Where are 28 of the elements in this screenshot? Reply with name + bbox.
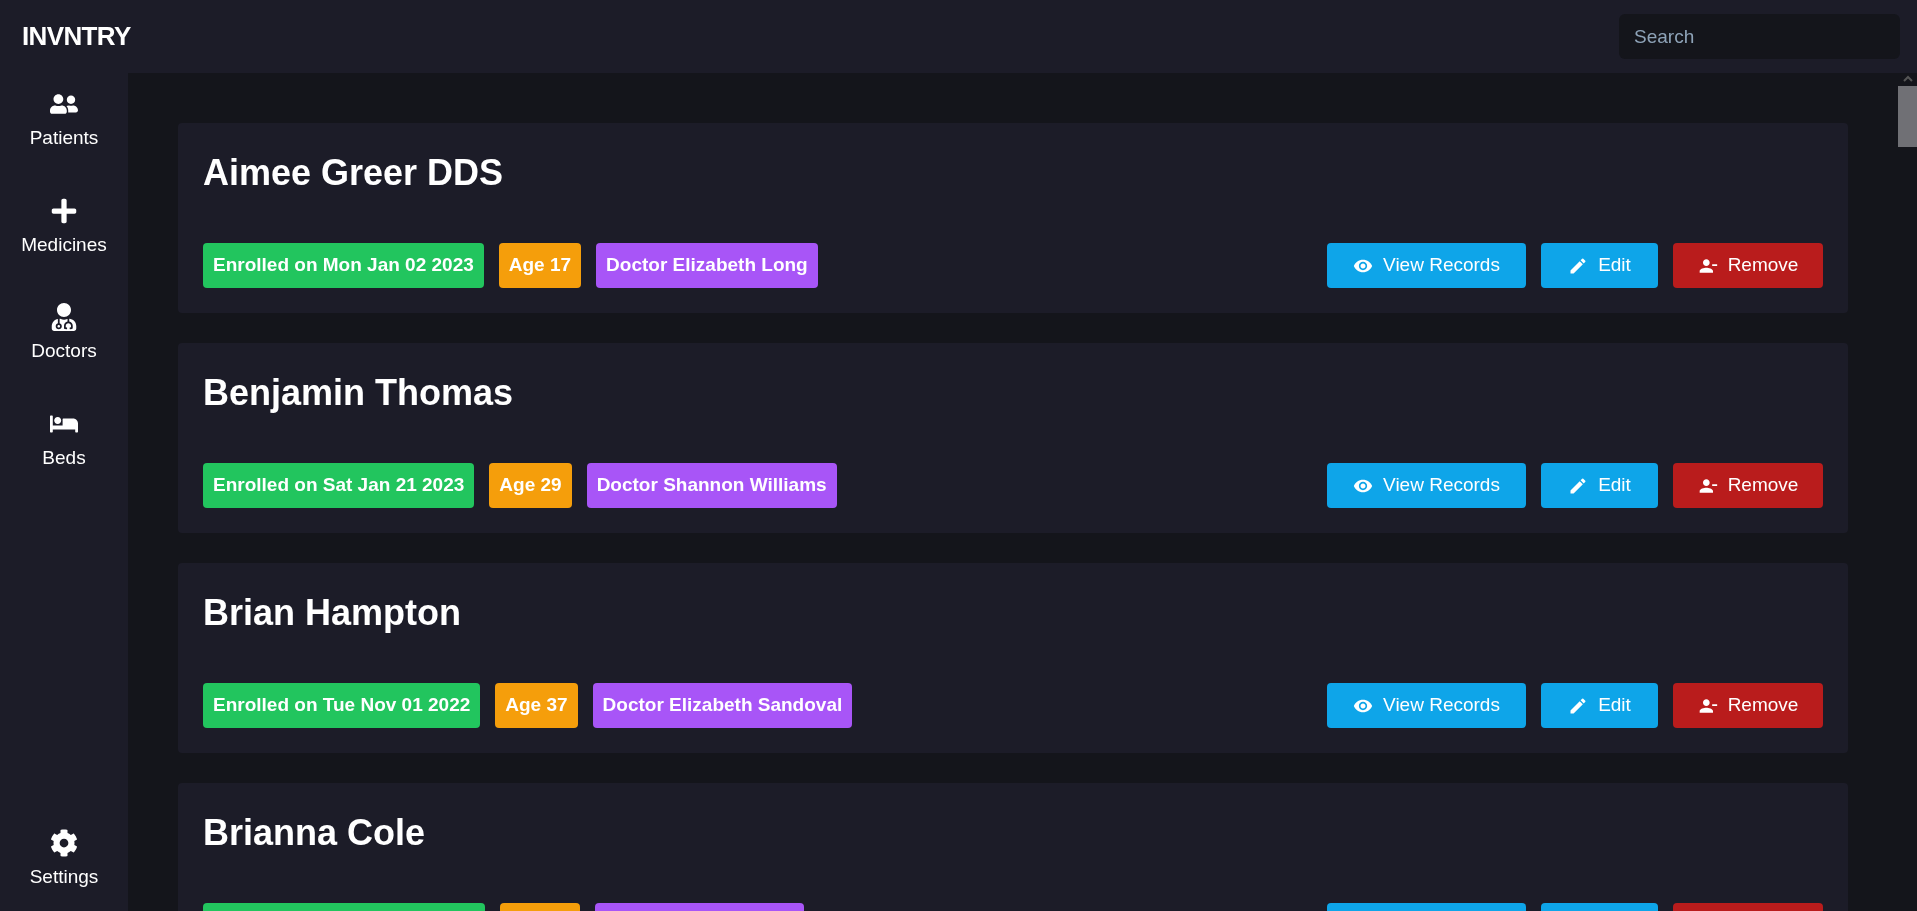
settings-icon (50, 828, 78, 857)
doctor-icon (50, 303, 78, 331)
doctor-badge: Doctor Elizabeth Sandoval (592, 683, 853, 728)
age-badge: Age 17 (498, 243, 582, 288)
scroll-up-icon[interactable] (1902, 75, 1913, 82)
patient-name: Brian Hampton (203, 591, 462, 635)
patient-name: Benjamin Thomas (203, 371, 515, 415)
patient-name: Brianna Cole (203, 811, 427, 855)
remove-button[interactable]: Remove (1673, 463, 1823, 508)
doctor-badge: Doctor Elizabeth Long (596, 243, 818, 288)
plus-icon (50, 196, 78, 225)
remove-button[interactable]: Remove (1673, 243, 1823, 288)
sidebar-item[interactable]: Patients (21, 78, 107, 165)
enrolled-badge: Enrolled on Tue Nov 01 2022 (203, 683, 481, 728)
enrolled-badge: Enrolled on Mon Jan 02 2023 (203, 243, 484, 288)
sidebar-item[interactable]: Settings (29, 816, 99, 903)
age-badge: Age 29 (489, 463, 572, 508)
brand-logo[interactable]: INVNTRY (22, 17, 131, 56)
patient-name: Aimee Greer DDS (203, 151, 505, 195)
sidebar-item[interactable]: Beds (21, 397, 107, 484)
enrolled-badge: Enrolled on Sat Jan 21 2023 (203, 463, 475, 508)
sidebar-item[interactable]: Medicines (21, 184, 107, 271)
remove-button[interactable]: Remove (1673, 683, 1823, 728)
search-field[interactable]: Search (1619, 14, 1900, 59)
scrollbar-thumb[interactable] (1898, 86, 1917, 147)
age-badge: Age 37 (495, 683, 578, 728)
sidebar-item[interactable]: Doctors (21, 291, 107, 378)
doctor-badge: Doctor Shannon Williams (586, 463, 837, 508)
